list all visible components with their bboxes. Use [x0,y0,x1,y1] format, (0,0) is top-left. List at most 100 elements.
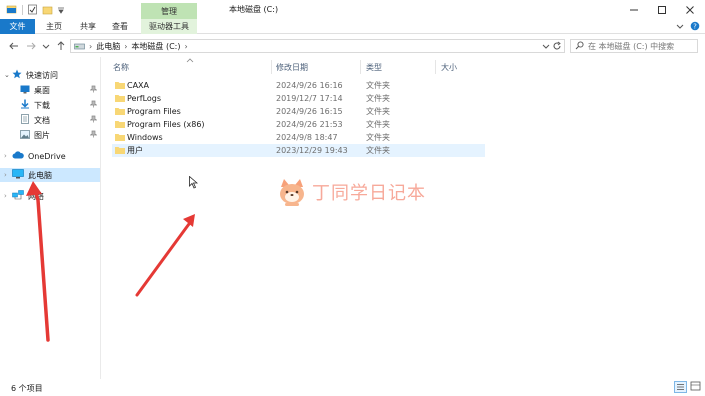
file-row[interactable]: Program Files 2024/9/26 16:15 文件夹 [112,105,485,118]
nav-this-pc-label: 此电脑 [28,170,52,180]
file-name: PerfLogs [127,94,162,103]
file-type: 文件夹 [366,146,390,155]
expand-chevron-icon[interactable]: › [4,171,12,179]
nav-item-label: 下载 [34,100,50,110]
pin-icon [89,115,98,125]
expand-ribbon-icon[interactable] [675,21,685,31]
minimize-button[interactable] [620,0,648,19]
file-name: Program Files (x86) [127,120,205,129]
expand-chevron-icon[interactable]: › [4,192,12,200]
nav-quick-access-label: 快速访问 [26,70,58,80]
search-input[interactable]: 在 本地磁盘 (C:) 中搜索 [570,39,698,53]
back-arrow-icon[interactable] [8,40,20,52]
folder-icon [115,120,125,128]
breadcrumb-drive[interactable]: 本地磁盘 (C:) [131,41,180,52]
forward-arrow-icon[interactable] [25,40,37,52]
title-bar: 管理 本地磁盘 (C:) [0,0,705,19]
help-icon[interactable]: ? [690,21,700,31]
star-icon [12,69,22,81]
address-box[interactable]: › 此电脑 › 本地磁盘 (C:) › [70,39,565,53]
tab-drive-tools[interactable]: 驱动器工具 [141,19,197,34]
file-row[interactable]: 用户 2023/12/29 19:43 文件夹 [112,144,485,157]
refresh-icon[interactable] [552,41,562,53]
folder-icon [115,81,125,89]
tab-share[interactable]: 共享 [74,19,102,34]
nav-item-label: 图片 [34,130,50,140]
search-icon [575,40,584,52]
close-button[interactable] [676,0,704,19]
search-placeholder: 在 本地磁盘 (C:) 中搜索 [588,41,675,51]
up-arrow-icon[interactable] [55,40,67,52]
ribbon-tabs: 文件 主页 共享 查看 驱动器工具 ? [0,19,705,34]
recent-locations-icon[interactable] [40,40,52,52]
desktop-icon [20,85,30,96]
file-modified: 2024/9/8 18:47 [276,133,338,142]
shiba-mascot-icon [280,179,304,206]
navigation-pane: ⌄ 快速访问 桌面 下载 文档 图片 › OneDrive › 此电脑 › 网络 [0,57,101,379]
network-icon [12,190,24,202]
window-title: 本地磁盘 (C:) [229,5,279,14]
file-type: 文件夹 [366,94,390,103]
pin-icon [89,85,98,95]
file-name: Windows [127,133,163,142]
new-folder-icon[interactable] [42,4,53,15]
watermark: 丁同学日记本 [278,177,426,207]
nav-item-label: 文档 [34,115,50,125]
sort-up-icon [186,56,194,65]
pin-icon [89,130,98,140]
nav-item-documents[interactable]: 文档 [20,113,100,127]
folder-icon [115,107,125,115]
address-dropdown-icon[interactable] [542,42,550,52]
tab-file[interactable]: 文件 [0,19,35,34]
details-view-button[interactable] [674,381,687,393]
file-modified: 2024/9/26 16:16 [276,81,343,90]
column-header-type[interactable]: 类型 [366,62,382,73]
customize-toolbar-icon[interactable] [57,4,68,15]
pictures-icon [20,129,30,141]
file-modified: 2024/9/26 16:15 [276,107,343,116]
expand-chevron-icon[interactable]: › [4,152,12,160]
file-row[interactable]: Windows 2024/9/8 18:47 文件夹 [112,131,485,144]
breadcrumb-this-pc[interactable]: 此电脑 [96,41,120,52]
nav-item-pictures[interactable]: 图片 [20,128,100,142]
large-icons-view-button[interactable] [690,381,702,393]
nav-item-downloads[interactable]: 下载 [20,98,100,112]
pin-icon [89,100,98,110]
column-header-size[interactable]: 大小 [441,62,457,73]
status-bar: 6 个项目 [0,379,705,396]
column-header-name[interactable]: 名称 [113,62,129,73]
document-icon [20,114,30,126]
nav-onedrive-label: OneDrive [28,151,66,161]
nav-item-desktop[interactable]: 桌面 [20,83,100,97]
nav-network[interactable]: › 网络 [4,189,100,203]
file-row[interactable]: PerfLogs 2019/12/7 17:14 文件夹 [112,92,485,105]
file-list: 名称 修改日期 类型 大小 CAXA 2024/9/26 16:16 文件夹 P… [109,57,705,379]
tab-manage-header[interactable]: 管理 [141,3,197,19]
file-row[interactable]: Program Files (x86) 2024/9/26 21:53 文件夹 [112,118,485,131]
quick-access-toolbar [6,3,68,16]
file-modified: 2019/12/7 17:14 [276,94,343,103]
file-type: 文件夹 [366,133,390,142]
file-name: CAXA [127,81,150,90]
item-count: 6 个项目 [11,384,43,393]
nav-network-label: 网络 [28,191,44,201]
folder-icon [115,94,125,102]
tab-view[interactable]: 查看 [106,19,134,34]
column-header-modified[interactable]: 修改日期 [276,62,308,73]
properties-icon[interactable] [27,4,38,15]
file-type: 文件夹 [366,120,390,129]
nav-quick-access[interactable]: ⌄ 快速访问 [4,68,100,82]
collapse-chevron-icon[interactable]: ⌄ [4,71,12,79]
nav-onedrive[interactable]: › OneDrive [4,149,100,163]
file-type: 文件夹 [366,107,390,116]
tab-home[interactable]: 主页 [40,19,68,34]
nav-item-label: 桌面 [34,85,50,95]
nav-this-pc[interactable]: › 此电脑 [0,168,100,182]
download-icon [20,99,30,111]
folder-icon [115,146,125,154]
computer-icon [12,169,24,181]
svg-text:?: ? [693,23,697,31]
folder-icon [115,133,125,141]
maximize-button[interactable] [648,0,676,19]
file-row[interactable]: CAXA 2024/9/26 16:16 文件夹 [112,79,485,92]
